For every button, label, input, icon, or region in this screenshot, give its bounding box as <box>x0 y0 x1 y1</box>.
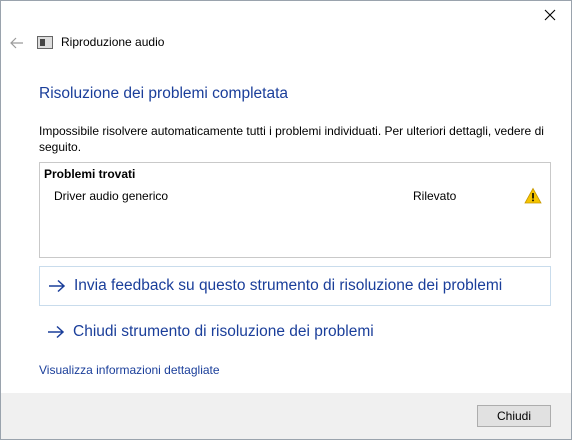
close-button[interactable]: Chiudi <box>477 405 551 427</box>
back-arrow-icon <box>10 37 23 49</box>
footer-bar: Chiudi <box>1 393 571 439</box>
window-header: Riproduzione audio <box>37 35 164 49</box>
problem-row: Driver audio generico Rilevato <box>40 187 550 209</box>
arrow-right-icon <box>47 325 65 339</box>
problem-status: Rilevato <box>413 189 457 203</box>
warning-icon <box>524 187 542 204</box>
send-feedback-label: Invia feedback su questo strumento di ri… <box>74 277 503 294</box>
view-details-link[interactable]: Visualizza informazioni dettagliate <box>39 363 220 377</box>
close-troubleshooter-label: Chiudi strumento di risoluzione dei prob… <box>73 323 374 340</box>
troubleshooter-window: Riproduzione audio Risoluzione dei probl… <box>0 0 572 440</box>
problems-header: Problemi trovati <box>44 167 136 181</box>
problems-found-panel: Problemi trovati Driver audio generico R… <box>39 162 551 258</box>
audio-troubleshooter-icon <box>37 35 53 49</box>
back-button[interactable] <box>7 33 27 53</box>
description-text: Impossibile risolvere automaticamente tu… <box>39 124 544 154</box>
problem-name: Driver audio generico <box>54 189 169 203</box>
close-window-button[interactable] <box>535 3 565 27</box>
close-icon <box>544 9 556 21</box>
send-feedback-link[interactable]: Invia feedback su questo strumento di ri… <box>39 266 551 306</box>
close-troubleshooter-link[interactable]: Chiudi strumento di risoluzione dei prob… <box>39 312 551 352</box>
app-title: Riproduzione audio <box>61 35 165 49</box>
page-title: Risoluzione dei problemi completata <box>39 85 288 102</box>
arrow-right-icon <box>48 279 66 293</box>
